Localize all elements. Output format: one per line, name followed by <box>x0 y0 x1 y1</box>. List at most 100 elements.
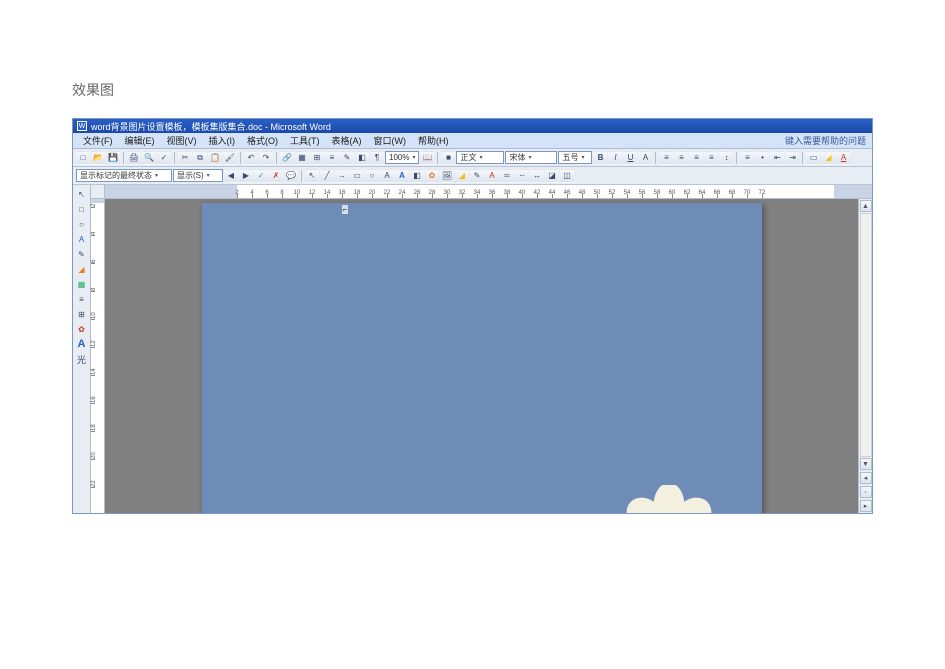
font-color-draw-button[interactable]: A <box>485 169 499 183</box>
menu-tools[interactable]: 工具(T) <box>284 134 326 147</box>
previous-change-button[interactable]: ◀ <box>224 169 238 183</box>
fill-color-button[interactable]: ◢ <box>455 169 469 183</box>
redo-button[interactable]: ↷ <box>259 151 273 165</box>
open-button[interactable]: 📂 <box>91 151 105 165</box>
numbered-list-button[interactable]: ≡ <box>740 151 754 165</box>
font-size-combo[interactable]: 五号▾ <box>558 151 592 164</box>
increase-indent-button[interactable]: ⇥ <box>785 151 799 165</box>
border-button[interactable]: ▭ <box>806 151 820 165</box>
reading-layout-button[interactable]: 📖 <box>420 151 434 165</box>
side-rect-button[interactable]: □ <box>75 202 89 216</box>
bulleted-list-button[interactable]: • <box>755 151 769 165</box>
document-viewport[interactable]: ⌐ <box>105 199 858 513</box>
arrow-style-button[interactable]: ↔ <box>530 169 544 183</box>
track-changes-view-combo[interactable]: 显示标记的最终状态▾ <box>76 169 172 182</box>
insert-excel-button[interactable]: ⊞ <box>310 151 324 165</box>
scroll-up-button[interactable]: ▲ <box>860 200 872 212</box>
side-grid-button[interactable]: ⊞ <box>75 307 89 321</box>
side-clipart-button[interactable]: ✿ <box>75 322 89 336</box>
side-align-button[interactable]: ≡ <box>75 292 89 306</box>
menu-insert[interactable]: 插入(I) <box>203 134 242 147</box>
show-markup-combo[interactable]: 显示(S)▾ <box>173 169 223 182</box>
help-hint-field[interactable]: 键入需要帮助的问题 <box>779 134 872 147</box>
side-oval-button[interactable]: ○ <box>75 217 89 231</box>
browse-object-button[interactable]: ◦ <box>860 486 872 498</box>
line-spacing-button[interactable]: ↕ <box>719 151 733 165</box>
show-marks-button[interactable]: ¶ <box>370 151 384 165</box>
style-combo[interactable]: 正文▾ <box>456 151 504 164</box>
clipart-button[interactable]: ✿ <box>425 169 439 183</box>
print-preview-button[interactable]: 🔍 <box>142 151 156 165</box>
format-painter-button[interactable]: 🖌 <box>223 151 237 165</box>
doc-map-button[interactable]: ◧ <box>355 151 369 165</box>
undo-button[interactable]: ↶ <box>244 151 258 165</box>
three-d-button[interactable]: ◫ <box>560 169 574 183</box>
bold-button[interactable]: B <box>593 151 607 165</box>
copy-button[interactable]: ⧉ <box>193 151 207 165</box>
dash-style-button[interactable]: ┄ <box>515 169 529 183</box>
cut-button[interactable]: ✂ <box>178 151 192 165</box>
insert-comment-button[interactable]: 💬 <box>284 169 298 183</box>
rectangle-button[interactable]: ▭ <box>350 169 364 183</box>
arrow-button[interactable]: → <box>335 169 349 183</box>
insert-table-button[interactable]: ▦ <box>295 151 309 165</box>
horizontal-ruler[interactable]: 2468101214161820222426283032343638404244… <box>105 185 872 198</box>
spellcheck-button[interactable]: ✓ <box>157 151 171 165</box>
menu-format[interactable]: 格式(O) <box>241 134 284 147</box>
align-left-button[interactable]: ≡ <box>659 151 673 165</box>
reject-change-button[interactable]: ✗ <box>269 169 283 183</box>
side-fill-button[interactable]: ◢ <box>75 262 89 276</box>
side-select-button[interactable]: ↖ <box>75 187 89 201</box>
menu-file[interactable]: 文件(F) <box>77 134 119 147</box>
hyperlink-button[interactable]: 🔗 <box>280 151 294 165</box>
align-center-button[interactable]: ≡ <box>674 151 688 165</box>
align-justify-button[interactable]: ≡ <box>704 151 718 165</box>
insert-picture-button[interactable]: 🖼 <box>440 169 454 183</box>
side-table-button[interactable]: ▦ <box>75 277 89 291</box>
menu-view[interactable]: 视图(V) <box>161 134 203 147</box>
menu-window[interactable]: 窗口(W) <box>368 134 413 147</box>
line-color-button[interactable]: ✎ <box>470 169 484 183</box>
oval-button[interactable]: ○ <box>365 169 379 183</box>
menu-help[interactable]: 帮助(H) <box>412 134 455 147</box>
vertical-ruler[interactable]: 246810121416182022 <box>91 199 105 513</box>
print-button[interactable]: 🖨 <box>127 151 141 165</box>
new-button[interactable]: □ <box>76 151 90 165</box>
browse-prev-button[interactable]: ◂ <box>860 472 872 484</box>
line-button[interactable]: ╱ <box>320 169 334 183</box>
menu-table[interactable]: 表格(A) <box>326 134 368 147</box>
side-text-button[interactable]: A <box>75 232 89 246</box>
side-pen-button[interactable]: ✎ <box>75 247 89 261</box>
paste-button[interactable]: 📋 <box>208 151 222 165</box>
styles-task-button[interactable]: ■ <box>441 151 455 165</box>
underline-button[interactable]: U <box>623 151 637 165</box>
scroll-down-button[interactable]: ▼ <box>860 458 872 470</box>
select-objects-button[interactable]: ↖ <box>305 169 319 183</box>
columns-button[interactable]: ≡ <box>325 151 339 165</box>
italic-button[interactable]: I <box>608 151 622 165</box>
side-reset-button[interactable]: 光 <box>75 352 89 366</box>
vertical-scrollbar[interactable]: ▲ ▼ ◂ ◦ ▸ <box>858 199 872 513</box>
scroll-track[interactable] <box>860 213 872 457</box>
font-color-button[interactable]: A <box>836 151 850 165</box>
highlight-button[interactable]: ◢ <box>821 151 835 165</box>
next-change-button[interactable]: ▶ <box>239 169 253 183</box>
save-button[interactable]: 💾 <box>106 151 120 165</box>
zoom-combo[interactable]: 100%▾ <box>385 151 419 164</box>
shadow-button[interactable]: ◪ <box>545 169 559 183</box>
font-size-value: 五号 <box>562 152 578 163</box>
accept-change-button[interactable]: ✓ <box>254 169 268 183</box>
diagram-button[interactable]: ◧ <box>410 169 424 183</box>
browse-next-button[interactable]: ▸ <box>860 500 872 512</box>
superscript-button[interactable]: A <box>638 151 652 165</box>
document-page[interactable]: ⌐ <box>202 203 762 513</box>
line-style-button[interactable]: ═ <box>500 169 514 183</box>
decrease-indent-button[interactable]: ⇤ <box>770 151 784 165</box>
align-right-button[interactable]: ≡ <box>689 151 703 165</box>
wordart-button[interactable]: A <box>395 169 409 183</box>
drawing-button[interactable]: ✎ <box>340 151 354 165</box>
font-combo[interactable]: 宋体▾ <box>505 151 557 164</box>
side-font-button[interactable]: A <box>75 337 89 351</box>
textbox-button[interactable]: A <box>380 169 394 183</box>
menu-edit[interactable]: 编辑(E) <box>119 134 161 147</box>
